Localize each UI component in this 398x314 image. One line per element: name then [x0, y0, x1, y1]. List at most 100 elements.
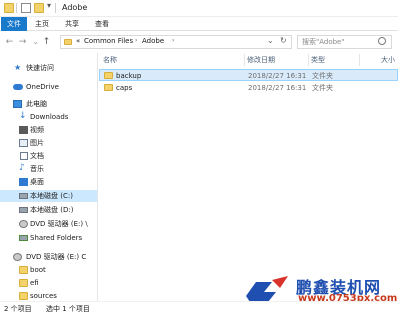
search-input[interactable]: 搜索"Adobe": [297, 35, 392, 49]
nav-dvd-drive[interactable]: DVD 驱动器 (E:) \: [0, 218, 97, 230]
folder-icon: [104, 72, 113, 79]
nav-folder-efi[interactable]: efi: [0, 277, 97, 289]
nav-local-disk-d[interactable]: 本地磁盘 (D:): [0, 204, 97, 216]
column-size-header[interactable]: 大小: [381, 53, 395, 67]
nav-downloads[interactable]: ↓ Downloads: [0, 111, 97, 123]
overflow-crumb[interactable]: «: [76, 37, 80, 45]
file-type: 文件夹: [312, 72, 333, 80]
divider: [16, 3, 17, 13]
column-name-header[interactable]: 名称: [103, 53, 117, 67]
tab-home[interactable]: 主页: [31, 17, 53, 31]
nav-music[interactable]: ♪ 音乐: [0, 163, 97, 175]
search-icon: [378, 37, 386, 45]
nav-quick-access[interactable]: ★ 快速访问: [0, 62, 97, 74]
nav-label: 本地磁盘 (D:): [30, 206, 74, 214]
column-divider[interactable]: [244, 54, 245, 66]
nav-dvd-drive-expanded[interactable]: DVD 驱动器 (E:) C: [0, 251, 97, 263]
breadcrumb-common-files[interactable]: Common Files: [84, 37, 133, 45]
nav-label: Shared Folders: [30, 234, 83, 242]
forward-icon[interactable]: →: [17, 36, 28, 48]
file-date: 2018/2/27 16:31: [248, 84, 307, 92]
video-icon: [19, 126, 28, 134]
folder-icon: [19, 266, 28, 274]
nav-label: 视频: [30, 126, 44, 134]
file-name: caps: [116, 84, 133, 92]
properties-icon[interactable]: [21, 3, 31, 13]
nav-shared-folders[interactable]: Shared Folders: [0, 232, 97, 244]
title-bar: ▾ Adobe: [0, 0, 398, 17]
nav-label: DVD 驱动器 (E:) \: [30, 220, 88, 228]
nav-this-pc[interactable]: 此电脑: [0, 98, 97, 110]
nav-label: 此电脑: [26, 100, 47, 108]
address-row: ← → ⌄ ↑ « Common Files › Adobe › ⌄ ↻ 搜索"…: [0, 31, 398, 53]
nav-label: 本地磁盘 (C:): [30, 192, 73, 200]
table-row[interactable]: backup 2018/2/27 16:31 文件夹: [99, 69, 398, 81]
column-date-header[interactable]: 修改日期: [247, 53, 275, 67]
nav-local-disk-c[interactable]: 本地磁盘 (C:): [0, 190, 97, 202]
nav-label: OneDrive: [26, 83, 59, 91]
status-selected-count: 选中 1 个项目: [46, 305, 90, 313]
nav-label: boot: [30, 266, 46, 274]
breadcrumb-adobe[interactable]: Adobe: [142, 37, 164, 45]
nav-videos[interactable]: 视频: [0, 124, 97, 136]
nav-documents[interactable]: 文档: [0, 150, 97, 162]
cloud-icon: [13, 84, 23, 90]
nav-pictures[interactable]: 图片: [0, 137, 97, 149]
drive-icon: [19, 207, 28, 213]
tab-share[interactable]: 共享: [61, 17, 83, 31]
nav-label: 快速访问: [26, 64, 54, 72]
nav-label: DVD 驱动器 (E:) C: [26, 253, 87, 261]
nav-label: 图片: [30, 139, 44, 147]
chevron-right-icon[interactable]: ›: [172, 37, 174, 44]
desktop-icon: [19, 178, 28, 186]
table-row[interactable]: caps 2018/2/27 16:31 文件夹: [99, 82, 398, 94]
file-type: 文件夹: [312, 84, 333, 92]
column-divider[interactable]: [308, 54, 309, 66]
ribbon: 文件 主页 共享 查看: [0, 17, 398, 31]
document-icon: [20, 152, 28, 160]
folder-icon: [64, 39, 72, 45]
tab-view[interactable]: 查看: [91, 17, 113, 31]
folder-icon: [4, 3, 14, 13]
dvd-icon: [19, 220, 28, 228]
folder-icon: [19, 292, 28, 300]
nav-onedrive[interactable]: OneDrive: [0, 81, 97, 93]
chevron-right-icon[interactable]: ›: [135, 37, 137, 44]
address-dropdown-icon[interactable]: ⌄: [267, 36, 274, 45]
recent-dropdown-icon[interactable]: ⌄: [30, 36, 41, 48]
file-name: backup: [116, 72, 142, 80]
music-icon: ♪: [19, 163, 25, 173]
column-divider[interactable]: [359, 54, 360, 66]
dvd-icon: [13, 253, 22, 261]
back-icon[interactable]: ←: [4, 36, 15, 48]
file-list: 名称 修改日期 类型 大小 backup 2018/2/27 16:31 文件夹…: [99, 53, 398, 301]
window-title: Adobe: [62, 3, 88, 12]
file-date: 2018/2/27 16:31: [248, 72, 307, 80]
divider: [55, 3, 56, 13]
folder-icon: [19, 279, 28, 287]
nav-label: efi: [30, 279, 39, 287]
nav-label: 音乐: [30, 165, 44, 173]
search-placeholder: 搜索"Adobe": [302, 38, 345, 46]
customize-toolbar-icon[interactable]: ▾: [47, 1, 51, 10]
folder-icon: [104, 84, 113, 91]
download-icon: ↓: [19, 111, 27, 121]
nav-desktop[interactable]: 桌面: [0, 176, 97, 188]
up-icon[interactable]: ↑: [41, 36, 52, 48]
drive-icon: [19, 193, 28, 199]
nav-label: Downloads: [30, 113, 69, 121]
refresh-icon[interactable]: ↻: [280, 36, 287, 45]
tab-file[interactable]: 文件: [1, 17, 27, 31]
status-item-count: 2 个项目: [4, 305, 32, 313]
new-folder-icon[interactable]: [34, 3, 44, 13]
status-bar: 2 个项目 选中 1 个项目: [0, 301, 398, 314]
address-bar[interactable]: « Common Files › Adobe › ⌄ ↻: [60, 35, 292, 49]
navigation-pane: ★ 快速访问 OneDrive 此电脑 ↓ Downloads 视频 图片 文档…: [0, 53, 98, 301]
nav-label: 文档: [30, 152, 44, 160]
computer-icon: [13, 100, 22, 108]
column-type-header[interactable]: 类型: [311, 53, 325, 67]
nav-folder-boot[interactable]: boot: [0, 264, 97, 276]
star-icon: ★: [14, 63, 22, 72]
picture-icon: [19, 139, 28, 147]
nav-label: 桌面: [30, 178, 44, 186]
